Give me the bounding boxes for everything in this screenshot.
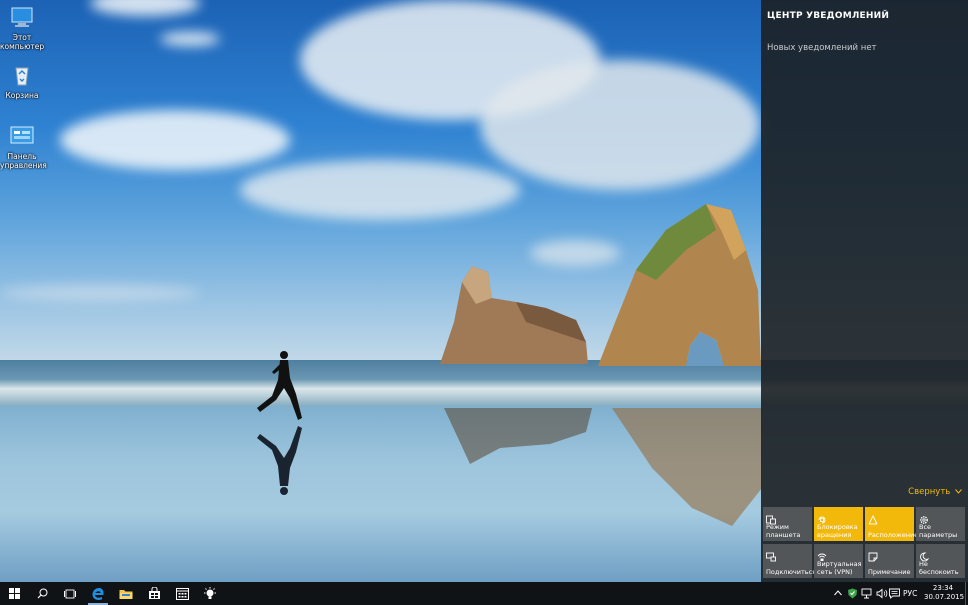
connect-icon (766, 552, 776, 562)
tile-label: Все параметры (919, 523, 958, 539)
start-icon (8, 588, 20, 599)
action-center-title: ЦЕНТР УВЕДОМЛЕНИЙ (767, 11, 890, 21)
edge-icon (92, 587, 104, 600)
location-icon (868, 514, 878, 525)
no-notifications-text: Новых уведомлений нет (767, 43, 877, 53)
desktop-icon-this-pc[interactable]: Этот компьютер (0, 6, 44, 51)
start-button[interactable] (0, 582, 28, 605)
collapse-button[interactable]: Свернуть (908, 487, 962, 497)
system-clock[interactable]: 23:34 30.07.2015 (924, 584, 965, 602)
cloud (0, 285, 200, 301)
tile-tablet-mode[interactable]: Режим планшета (763, 507, 812, 541)
tile-label: Виртуальная сеть (VPN) (817, 560, 862, 576)
tile-vpn[interactable]: Виртуальная сеть (VPN) (814, 544, 863, 578)
volume-icon[interactable] (876, 588, 888, 599)
sea-stack-rock (440, 266, 588, 364)
tray-overflow-chevron-icon[interactable] (834, 590, 842, 596)
desktop-icon-label: Панель управления (0, 152, 47, 170)
collapse-label: Свернуть (908, 487, 951, 497)
file-explorer-icon (119, 589, 133, 599)
action-center-panel: ЦЕНТР УВЕДОМЛЕНИЙ Новых уведомлений нет … (761, 0, 968, 582)
tile-location[interactable]: Расположение (865, 507, 919, 541)
search-button[interactable] (28, 582, 56, 605)
store-icon (148, 587, 160, 599)
tile-note[interactable]: Примечание (865, 544, 914, 578)
computer-icon (11, 7, 33, 27)
recycle-bin-icon (15, 67, 29, 86)
input-language-indicator[interactable]: РУС (903, 589, 917, 598)
tile-label: Режим планшета (766, 523, 801, 539)
desktop-icon-recycle-bin[interactable]: Корзина (0, 64, 44, 101)
clock-date: 30.07.2015 (924, 593, 965, 601)
file-explorer-taskbar-button[interactable] (112, 582, 140, 605)
cloud (240, 160, 520, 220)
desktop-icon-label: Корзина (5, 91, 39, 100)
runner-reflection (257, 426, 302, 495)
tile-connect[interactable]: Подключиться (763, 544, 817, 578)
cloud (480, 60, 760, 190)
tile-quiet-hours[interactable]: Не беспокоить (916, 544, 965, 578)
desktop-icon-control-panel[interactable]: Панель управления (0, 125, 47, 170)
tips-taskbar-button[interactable] (196, 582, 224, 605)
tile-label: Расположение (868, 530, 919, 539)
calendar-taskbar-button[interactable] (168, 582, 196, 605)
tile-label: Не беспокоить (919, 560, 959, 576)
tips-icon (204, 586, 216, 599)
search-icon (37, 588, 47, 599)
note-icon (868, 552, 878, 562)
calendar-icon (175, 588, 189, 600)
action-center-tray-icon[interactable] (889, 588, 900, 599)
task-view-icon (64, 589, 76, 598)
store-taskbar-button[interactable] (140, 582, 168, 605)
tile-all-settings[interactable]: Все параметры (916, 507, 965, 541)
arch-rock (598, 204, 761, 366)
chevron-down-icon (955, 489, 962, 494)
defender-tray-icon[interactable] (847, 588, 858, 599)
tile-label: Примечание (868, 567, 911, 576)
tile-label: Блокировка вращения (817, 523, 858, 539)
tile-rotation-lock[interactable]: Блокировка вращения (814, 507, 863, 541)
clock-time: 23:34 (932, 584, 954, 592)
task-view-button[interactable] (56, 582, 84, 605)
desktop-icon-label: Этот компьютер (0, 33, 45, 51)
network-icon[interactable] (861, 588, 873, 599)
edge-taskbar-button[interactable] (84, 582, 112, 605)
runner-silhouette (257, 351, 302, 420)
cloud (60, 110, 290, 170)
tile-label: Подключиться (766, 567, 817, 576)
arch-reflection (612, 408, 762, 526)
cloud (160, 32, 220, 46)
control-panel-icon (10, 126, 34, 144)
taskbar: РУС 23:34 30.07.2015 (0, 582, 968, 605)
rock-reflection (444, 408, 592, 464)
